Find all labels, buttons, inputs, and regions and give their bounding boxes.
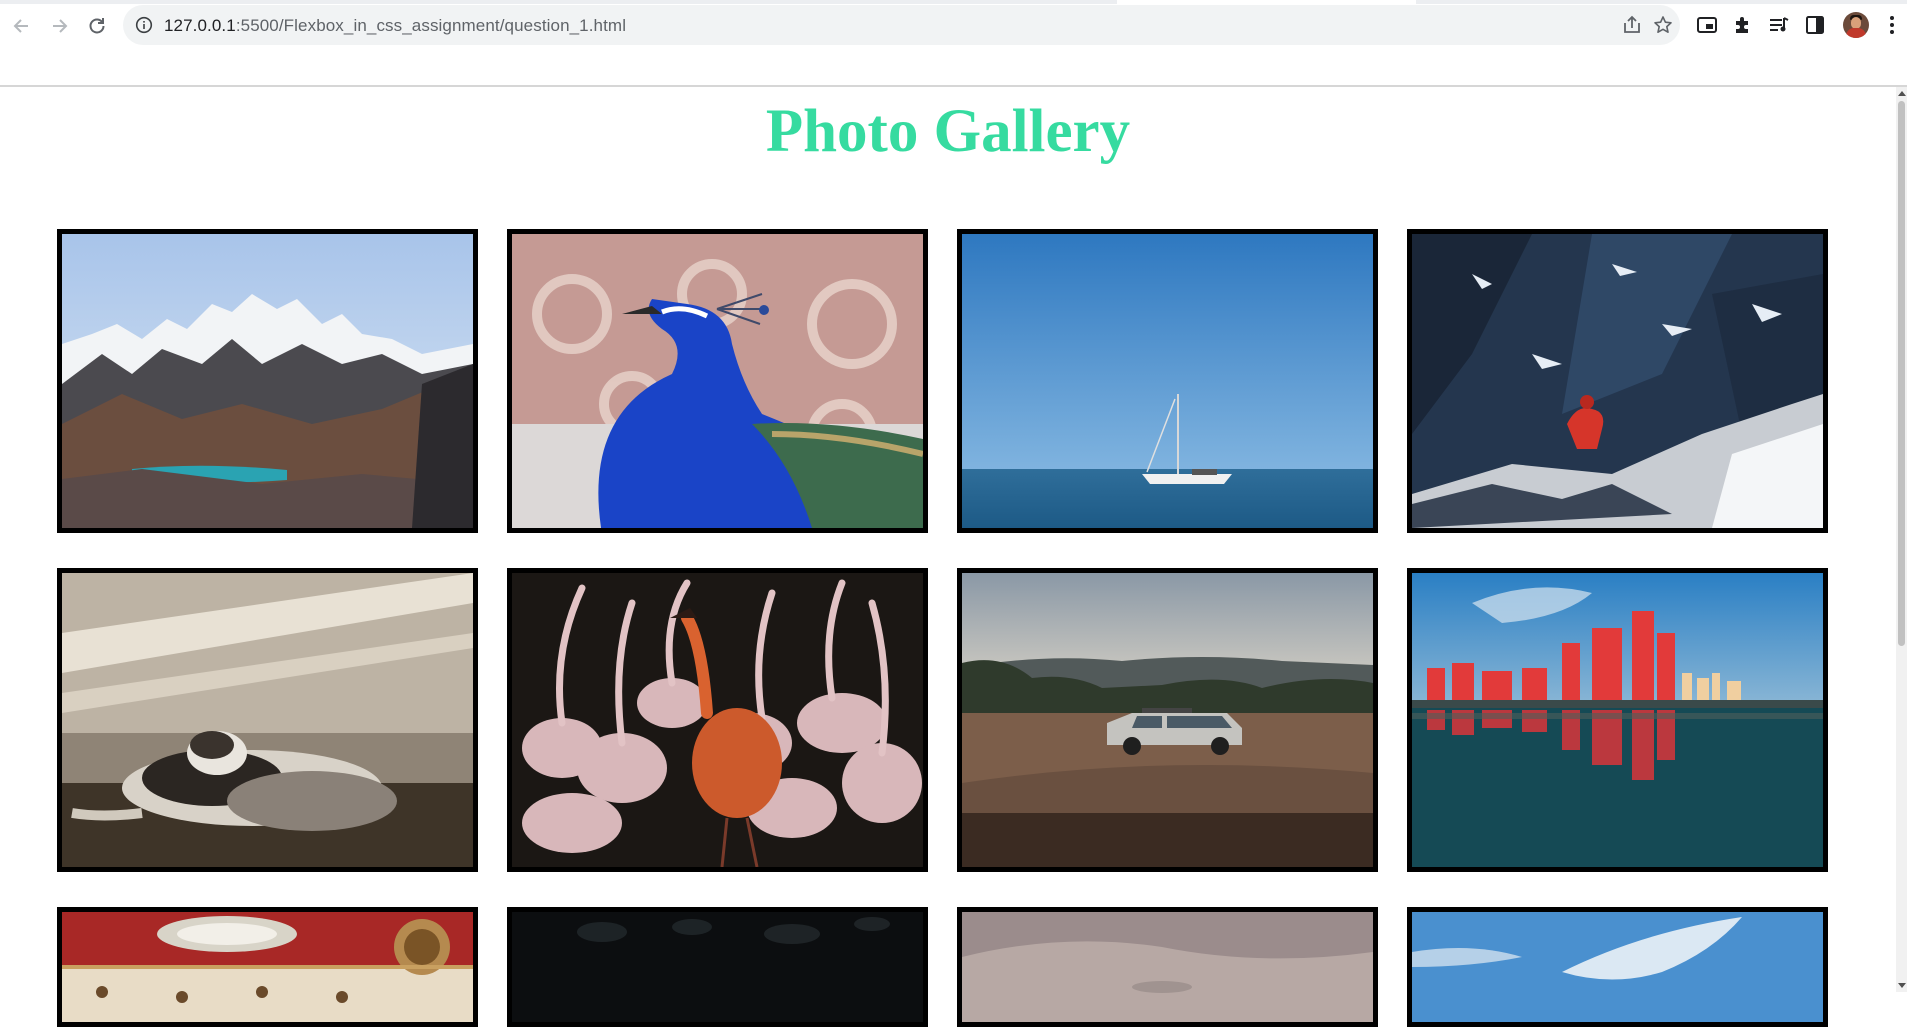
gallery-image-peacock (507, 229, 928, 533)
gallery-image-sailboat (957, 229, 1378, 533)
extensions-button[interactable] (1731, 13, 1755, 37)
star-icon (1654, 16, 1672, 33)
side-panel-icon (1806, 16, 1824, 34)
reading-list-icon (1770, 17, 1789, 32)
gallery-image-blue-sky (1407, 907, 1828, 1027)
share-icon (1624, 15, 1640, 33)
share-button[interactable] (1621, 14, 1643, 36)
url-path: :5500/Flexbox_in_css_assignment/question… (235, 16, 627, 35)
gallery-image-dusk-sky (957, 907, 1378, 1027)
gallery-image-climber (1407, 229, 1828, 533)
reload-button[interactable] (81, 10, 113, 42)
gallery-image-dark-bokeh (507, 907, 928, 1027)
active-tab-edge (1117, 0, 1416, 4)
tab-strip-edge (0, 0, 1907, 4)
avatar[interactable] (1843, 12, 1869, 38)
reading-list-button[interactable] (1767, 13, 1791, 37)
address-bar[interactable]: 127.0.0.1:5500/Flexbox_in_css_assignment… (123, 5, 1680, 45)
gallery-image-car (957, 568, 1378, 872)
gallery-image-cat (57, 568, 478, 872)
info-icon[interactable] (135, 16, 153, 34)
gallery-image-flamingos (507, 568, 928, 872)
page-title: Photo Gallery (765, 98, 1131, 165)
bookmark-button[interactable] (1652, 14, 1674, 36)
picture-in-picture-button[interactable] (1695, 13, 1719, 37)
url-text[interactable]: 127.0.0.1:5500/Flexbox_in_css_assignment… (164, 16, 626, 36)
back-button[interactable] (6, 10, 38, 42)
gallery-image-city (1407, 568, 1828, 872)
gallery-image-ceiling (57, 907, 478, 1027)
arrow-right-icon (53, 19, 68, 33)
puzzle-icon (1736, 17, 1748, 33)
gallery-image-mountains (57, 229, 478, 533)
kebab-menu-icon (1890, 16, 1894, 34)
scroll-up-arrow-icon[interactable] (1898, 91, 1906, 96)
avatar-shirt (1846, 28, 1866, 38)
browser-menu-button[interactable] (1880, 13, 1904, 37)
scroll-down-arrow-icon[interactable] (1898, 983, 1906, 988)
side-panel-button[interactable] (1803, 13, 1827, 37)
browser-toolbar: 127.0.0.1:5500/Flexbox_in_css_assignment… (0, 0, 1907, 87)
scrollbar-thumb[interactable] (1898, 101, 1905, 646)
picture-in-picture-icon (1697, 17, 1717, 33)
page-scrollbar[interactable] (1896, 87, 1907, 992)
reload-icon (89, 18, 105, 34)
forward-button[interactable] (43, 10, 75, 42)
url-host: 127.0.0.1 (164, 16, 236, 35)
arrow-left-icon (13, 19, 28, 33)
